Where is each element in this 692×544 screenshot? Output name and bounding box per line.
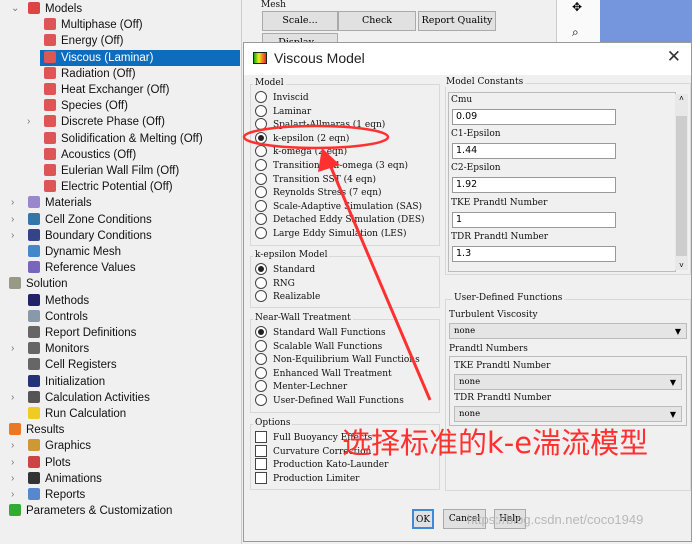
watermark: https://blog.csdn.net/coco1949 [467,512,644,527]
annotation-text: 选择标准的k-e湍流模型 [342,426,649,460]
arrow-head [318,148,340,172]
annotation-overlay [242,124,432,401]
annotation-arrow [328,164,432,401]
highlight-ellipse [242,124,390,150]
